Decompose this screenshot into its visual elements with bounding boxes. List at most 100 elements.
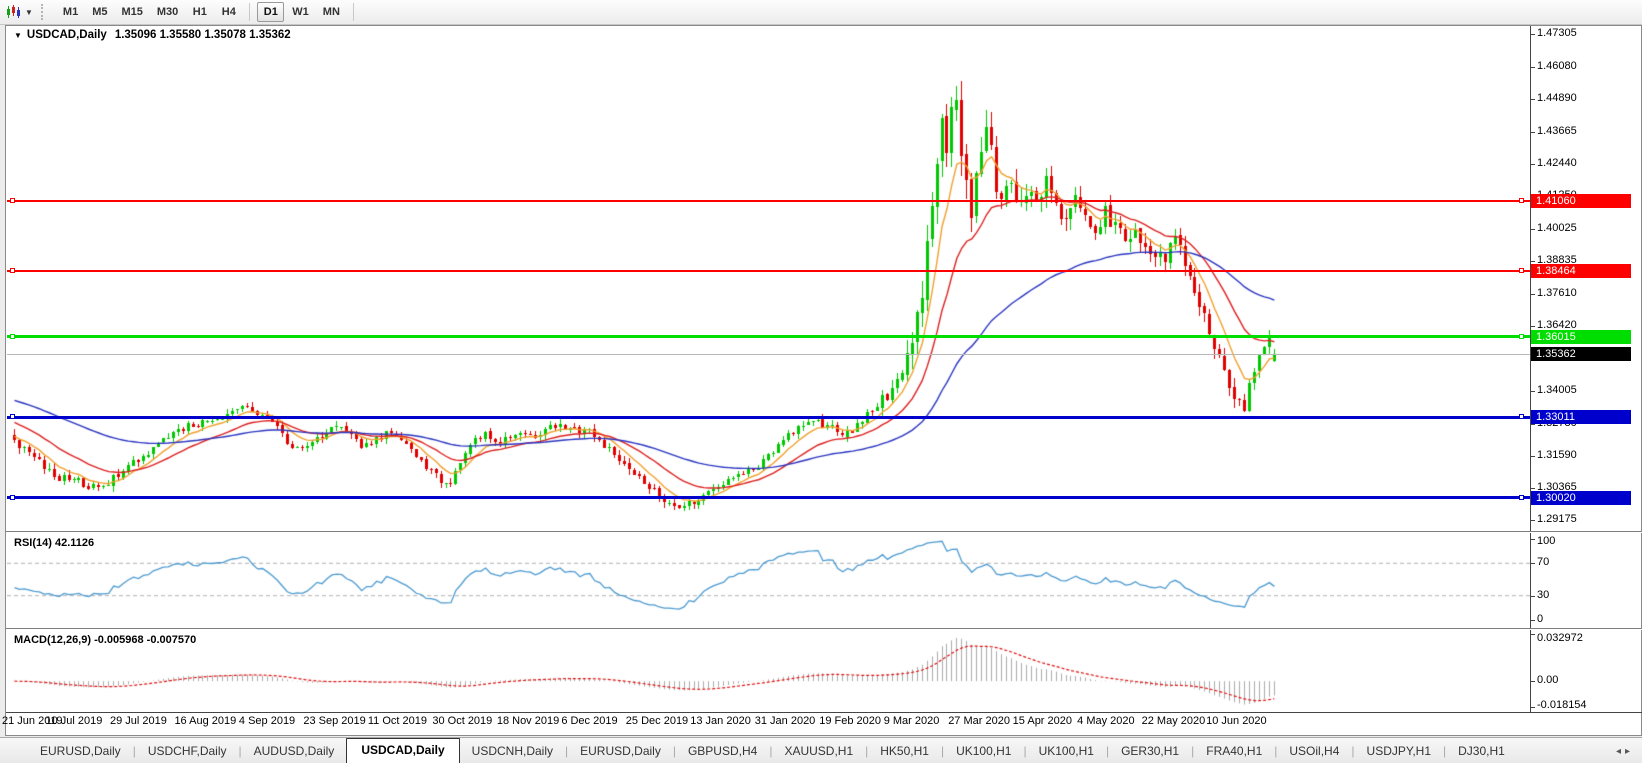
level-line-handle[interactable] <box>1519 414 1524 420</box>
timeframe-button-m15[interactable]: M15 <box>115 2 148 22</box>
chart-tab-fra40-h1[interactable]: FRA40,H1 <box>1194 740 1274 763</box>
timeframe-button-w1[interactable]: W1 <box>286 2 315 22</box>
current-price-badge: 1.35362 <box>1531 347 1631 362</box>
tab-scroll-right-icon[interactable]: ▸ <box>1625 746 1634 757</box>
chart-menu-caret-icon[interactable]: ▼ <box>14 31 22 40</box>
chart-tab-eurusd-daily[interactable]: EURUSD,Daily <box>568 740 673 763</box>
price-axis-label: 1.31590 <box>1537 448 1577 461</box>
chart-tab-bar: EURUSD,Daily | USDCHF,Daily | AUDUSD,Daily US… <box>0 737 1642 763</box>
date-axis-label: 11 Oct 2019 <box>367 715 427 727</box>
macd-axis-label: 0.00 <box>1537 674 1559 687</box>
price-level-badge: 1.36015 <box>1531 329 1631 344</box>
date-axis-border <box>6 712 1642 713</box>
timeframe-button-m5[interactable]: M5 <box>86 2 113 22</box>
chart-type-icon[interactable] <box>3 3 25 21</box>
chart-tab-ger30-h1[interactable]: GER30,H1 <box>1109 740 1191 763</box>
level-line-handle[interactable] <box>1519 333 1524 339</box>
rsi-axis-label: 0 <box>1537 613 1544 625</box>
date-axis-label: 10 Jun 2020 <box>1206 715 1267 727</box>
chart-symbol-label: USDCAD,Daily <box>26 29 107 41</box>
top-toolbar: ▼ M1 M5 M15 M30 H1 H4 D1 W1 MN <box>0 0 1642 25</box>
chart-tab-dj30-h1[interactable]: DJ30,H1 <box>1446 740 1517 763</box>
price-axis-label: 1.40025 <box>1537 222 1577 235</box>
chart-tab-usdjpy-h1[interactable]: USDJPY,H1 <box>1355 740 1443 763</box>
tab-scroll-arrows[interactable]: ◂▸ <box>1616 746 1634 763</box>
level-line-handle[interactable] <box>10 414 15 420</box>
date-axis-label: 16 Aug 2019 <box>174 715 237 727</box>
horizontal-level-line-1.33011[interactable] <box>7 415 1530 419</box>
tab-scroll-left-icon[interactable]: ◂ <box>1616 746 1625 757</box>
timeframe-button-d1[interactable]: D1 <box>257 2 285 22</box>
rsi-panel-separator[interactable] <box>6 531 1642 533</box>
price-axis-label: 1.46080 <box>1537 59 1577 72</box>
rsi-axis-label: 30 <box>1537 588 1550 601</box>
macd-axis-label: -0.018154 <box>1537 699 1587 711</box>
date-axis-label: 31 Jan 2020 <box>754 715 816 727</box>
macd-indicator-canvas[interactable] <box>7 630 1530 711</box>
chart-type-caret-icon[interactable]: ▼ <box>25 8 33 17</box>
price-axis-label: 1.47305 <box>1537 26 1577 39</box>
chart-ohlc-values: 1.35096 1.35580 1.35078 1.35362 <box>114 29 291 41</box>
price-level-badge: 1.33011 <box>1531 410 1631 425</box>
chart-tab-eurusd-daily[interactable]: EURUSD,Daily <box>28 740 133 763</box>
date-axis-label: 15 Apr 2020 <box>1012 715 1073 727</box>
macd-panel-separator[interactable] <box>6 628 1642 630</box>
level-line-handle[interactable] <box>1519 494 1524 500</box>
date-axis-label: 4 May 2020 <box>1077 715 1135 727</box>
current-price-line <box>7 354 1530 356</box>
metatrader-app: ▼ M1 M5 M15 M30 H1 H4 D1 W1 MN ▼ USDCAD,Daily 1.35… <box>0 0 1642 763</box>
date-axis-label: 19 Feb 2020 <box>819 715 882 727</box>
timeframe-button-mn[interactable]: MN <box>317 2 346 22</box>
timeframe-button-m1[interactable]: M1 <box>57 2 84 22</box>
chart-tab-uk100-h1[interactable]: UK100,H1 <box>944 740 1023 763</box>
date-axis-label: 9 Mar 2020 <box>883 715 940 727</box>
macd-indicator-label: MACD(12,26,9) -0.005968 -0.007570 <box>14 634 197 646</box>
chart-tab-usdchf-daily[interactable]: USDCHF,Daily <box>136 740 239 763</box>
price-axis-label: 1.34005 <box>1537 383 1577 396</box>
rsi-indicator-label: RSI(14) 42.1126 <box>14 537 95 549</box>
chart-tab-gbpusd-h4[interactable]: GBPUSD,H4 <box>676 740 769 763</box>
price-axis-label: 1.42440 <box>1537 157 1577 170</box>
rsi-indicator-canvas[interactable] <box>7 533 1530 628</box>
chart-tab-uk100-h1[interactable]: UK100,H1 <box>1027 740 1106 763</box>
price-level-badge: 1.41060 <box>1531 194 1631 209</box>
chart-tab-audusd-daily[interactable]: AUDUSD,Daily <box>242 740 347 763</box>
chart-tab-usdcnh-daily[interactable]: USDCNH,Daily <box>460 740 565 763</box>
price-axis-label: 1.37610 <box>1537 287 1577 300</box>
level-line-handle[interactable] <box>10 198 15 204</box>
chart-tab-xauusd-h1[interactable]: XAUUSD,H1 <box>772 740 865 763</box>
horizontal-level-line-1.41060[interactable] <box>7 200 1530 203</box>
date-axis-label: 22 May 2020 <box>1141 715 1206 727</box>
rsi-axis-label: 70 <box>1537 556 1550 569</box>
date-axis-label: 30 Oct 2019 <box>432 715 493 727</box>
level-line-handle[interactable] <box>10 494 15 500</box>
chart-tab-usdcad-daily[interactable]: USDCAD,Daily <box>346 738 460 763</box>
chart-tab-hk50-h1[interactable]: HK50,H1 <box>868 740 941 763</box>
level-line-handle[interactable] <box>1519 198 1524 204</box>
level-line-handle[interactable] <box>10 268 15 274</box>
date-axis-label: 6 Dec 2019 <box>561 715 618 727</box>
price-axis-border <box>1530 26 1531 712</box>
price-axis-label: 1.29175 <box>1537 513 1577 526</box>
chart-title: ▼ USDCAD,Daily 1.35096 1.35580 1.35078 1.3… <box>14 29 291 41</box>
level-line-handle[interactable] <box>10 333 15 339</box>
toolbar-separator <box>249 3 251 21</box>
level-line-handle[interactable] <box>1519 268 1524 274</box>
timeframe-button-h4[interactable]: H4 <box>215 2 242 22</box>
horizontal-level-line-1.30020[interactable] <box>7 496 1530 500</box>
horizontal-level-line-1.38464[interactable] <box>7 270 1530 273</box>
timeframe-button-m30[interactable]: M30 <box>151 2 184 22</box>
timeframe-button-h1[interactable]: H1 <box>186 2 213 22</box>
date-axis-label: 27 Mar 2020 <box>948 715 1010 727</box>
horizontal-level-line-1.36015[interactable] <box>7 335 1530 339</box>
price-axis-label: 1.43665 <box>1537 124 1577 137</box>
price-chart-canvas[interactable] <box>7 26 1530 531</box>
toolbar-grip[interactable] <box>40 4 48 20</box>
macd-axis-label: 0.032972 <box>1537 632 1583 644</box>
date-axis-label: 13 Jan 2020 <box>690 715 751 727</box>
date-axis-label: 10 Jul 2019 <box>45 715 103 727</box>
date-axis-label: 23 Sep 2019 <box>303 715 366 727</box>
tabs-holder: EURUSD,Daily | USDCHF,Daily | AUDUSD,Daily US… <box>28 738 1517 763</box>
price-level-badge: 1.30020 <box>1531 490 1631 505</box>
chart-tab-usoil-h4[interactable]: USOil,H4 <box>1277 740 1351 763</box>
